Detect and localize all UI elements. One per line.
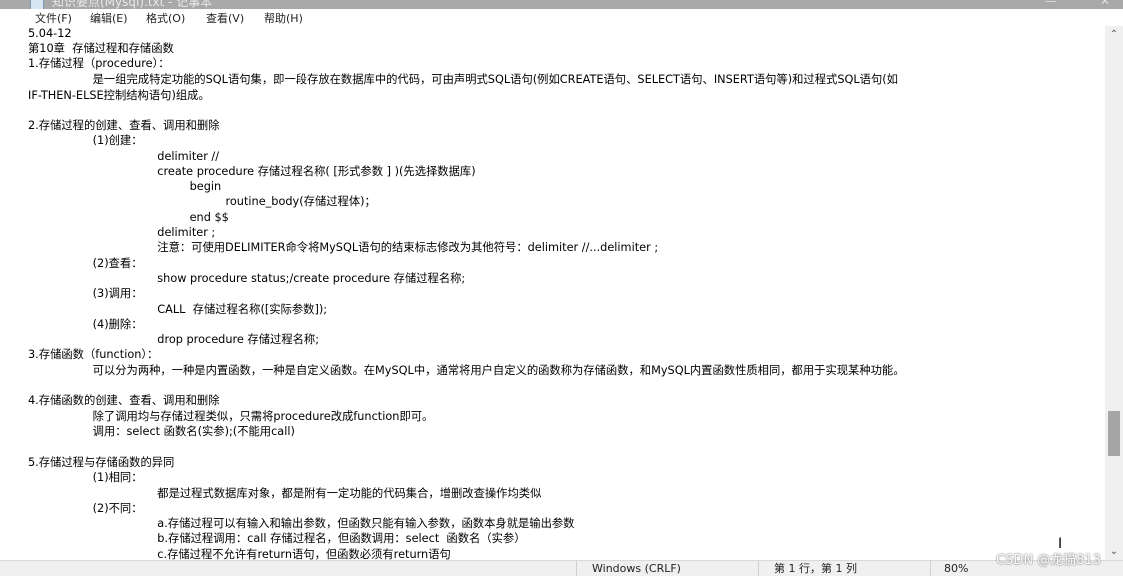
scrollbar-thumb[interactable] [1108,411,1120,456]
text-line: show procedure status;/create procedure … [28,272,466,285]
text-line: create procedure 存储过程名称( [形式参数 ] )(先选择数据… [28,165,476,178]
text-line: c.存储过程不允许有return语句，但函数必须有return语句 [28,548,451,560]
close-icon[interactable]: ✕ [1100,0,1110,8]
text-line: delimiter // [28,150,220,163]
text-line: 4.存储函数的创建、查看、调用和删除 [28,394,220,407]
text-line: (2)查看： [28,257,143,270]
text-line: 注意：可使用DELIMITER命令将MySQL语句的结束标志修改为其他符号：de… [28,241,659,254]
text-line: end $$ [28,211,229,224]
notepad-window: 知识要点(Mysql).txt - 记事本 — ✕ 文件(F) 编辑(E) 格式… [0,0,1123,576]
text-line: (4)删除： [28,318,143,331]
title-bar[interactable]: 知识要点(Mysql).txt - 记事本 — ✕ [0,0,1123,9]
menu-file[interactable]: 文件(F) [35,10,72,26]
status-divider [576,561,577,576]
text-line: 调用：select 函数名(实参);(不能用call) [28,425,295,438]
text-line: begin [28,180,222,193]
scroll-down-icon[interactable]: ⌄ [1105,543,1123,560]
text-line: routine_body(存储过程体)； [28,195,376,208]
text-line: IF-THEN-ELSE控制结构语句)组成。 [28,89,210,102]
text-line: 除了调用均与存储过程类似，只需将procedure改成function即可。 [28,410,434,423]
status-bar: Windows (CRLF) 第 1 行，第 1 列 80% [0,560,1123,576]
scroll-up-icon[interactable]: ⌃ [1105,26,1123,43]
menu-help[interactable]: 帮助(H) [264,10,303,26]
text-line: 可以分为两种，一种是内置函数，一种是自定义函数。在MySQL中，通常将用户自定义… [28,364,905,377]
menu-bar: 文件(F) 编辑(E) 格式(O) 查看(V) 帮助(H) [0,9,1123,26]
text-line: (2)不同： [28,502,143,515]
menu-edit[interactable]: 编辑(E) [90,10,128,26]
text-line: b.存储过程调用：call 存储过程名，但函数调用：select 函数名（实参） [28,532,526,545]
text-line: 1.存储过程（procedure）： [28,57,170,70]
text-line: (1)创建： [28,134,143,147]
notepad-app-icon [30,0,44,9]
menu-view[interactable]: 查看(V) [206,10,244,26]
status-cursor-position: 第 1 行，第 1 列 [774,562,857,575]
text-line: delimiter ; [28,226,216,239]
text-line: 2.存储过程的创建、查看、调用和删除 [28,119,220,132]
status-zoom: 80% [944,562,969,575]
text-line: a.存储过程可以有输入和输出参数，但函数只能有输入参数，函数本身就是输出参数 [28,517,575,530]
status-divider [930,561,931,576]
text-line: CALL 存储过程名称([实际参数]); [28,303,328,316]
csdn-watermark: CSDN @龙猫813 [996,553,1102,568]
text-line: 5.04-12 [28,27,72,40]
text-line: 5.存储过程与存储函数的异同 [28,456,175,469]
minimize-icon[interactable]: — [1045,0,1057,8]
text-line: 都是过程式数据库对象，都是附有一定功能的代码集合，增删改查操作均类似 [28,487,542,500]
text-line: drop procedure 存储过程名称; [28,333,320,346]
text-line: 第10章 存储过程和存储函数 [28,42,174,55]
menu-format[interactable]: 格式(O) [146,10,185,26]
vertical-scrollbar[interactable]: ⌃ ⌄ [1105,26,1123,560]
status-divider [758,561,759,576]
text-editor-area[interactable]: 5.04-12 第10章 存储过程和存储函数 1.存储过程（procedure）… [28,26,1105,560]
window-title: 知识要点(Mysql).txt - 记事本 [52,0,213,9]
text-line: 是一组完成特定功能的SQL语句集，即一段存放在数据库中的代码，可由声明式SQL语… [28,73,898,86]
text-line: 3.存储函数（function）： [28,348,159,361]
text-line: (3)调用： [28,287,143,300]
status-line-ending: Windows (CRLF) [592,562,681,575]
text-line: (1)相同： [28,471,143,484]
